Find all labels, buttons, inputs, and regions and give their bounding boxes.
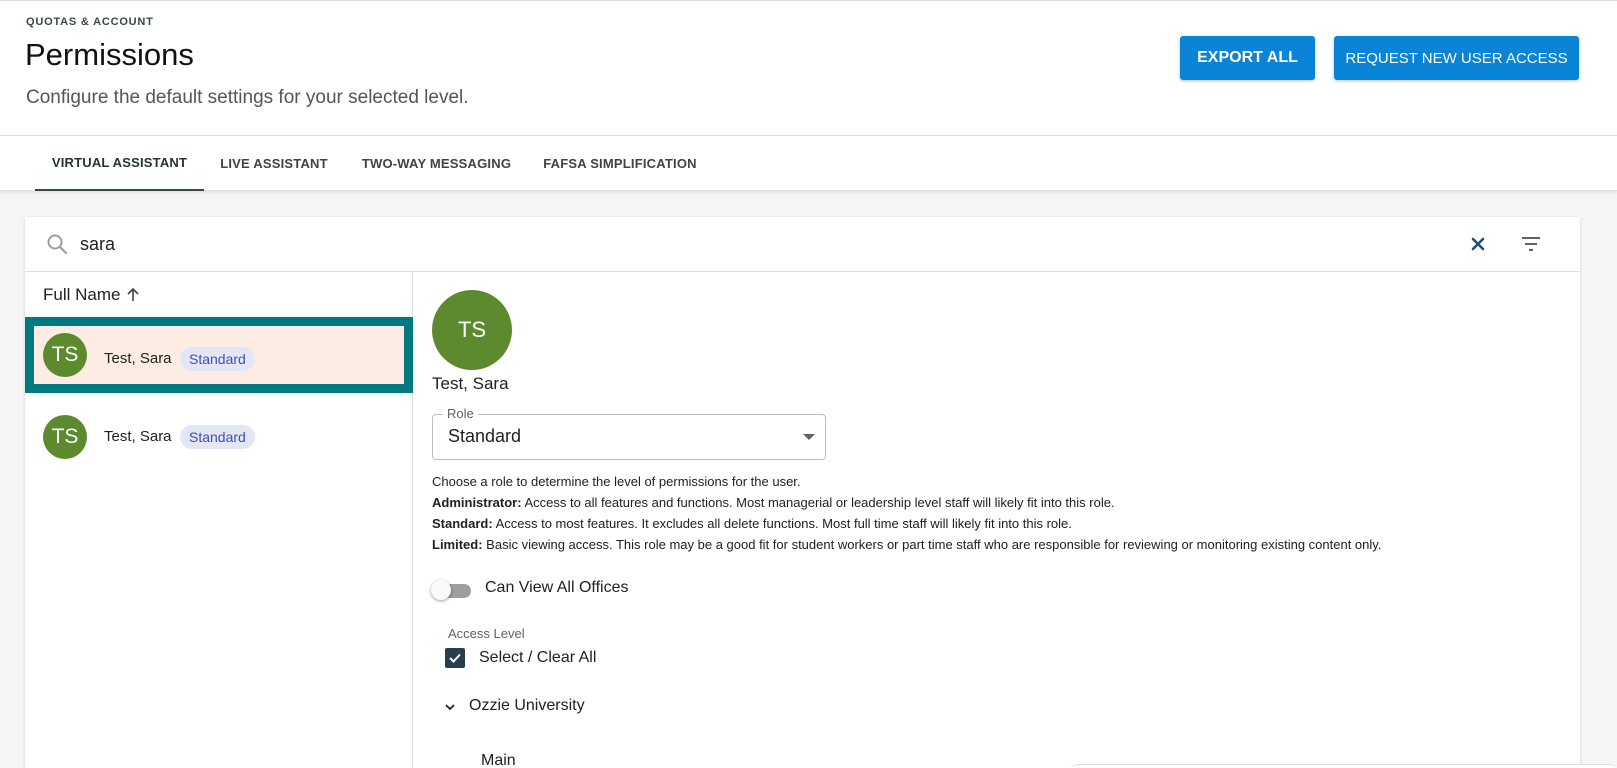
page-subtitle: Configure the default settings for your … — [26, 87, 469, 108]
user-list: Full Name TS Test, Sara Standard TS Test… — [25, 272, 413, 768]
chevron-down-icon[interactable] — [443, 700, 457, 714]
avatar: TS — [43, 333, 87, 377]
tab-two-way-messaging[interactable]: TWO-WAY MESSAGING — [344, 136, 529, 191]
detail-user-name: Test, Sara — [432, 374, 509, 393]
help-text: Basic viewing access. This role may be a… — [482, 537, 1382, 552]
breadcrumb: QUOTAS & ACCOUNT — [26, 16, 154, 28]
close-icon[interactable] — [1468, 234, 1488, 254]
role-label: Role — [443, 406, 478, 421]
help-term: Administrator: — [432, 495, 522, 510]
role-select[interactable]: Role Standard — [432, 406, 826, 460]
role-help-limited: Limited: Basic viewing access. This role… — [432, 537, 1381, 552]
search-input[interactable] — [80, 229, 1380, 259]
checkmark-icon — [449, 653, 461, 663]
tree-node-main[interactable]: Main — [481, 752, 516, 768]
access-level-label: Access Level — [448, 626, 525, 641]
page-header: QUOTAS & ACCOUNT Permissions Configure t… — [0, 0, 1617, 136]
tab-fafsa-simplification[interactable]: FAFSA SIMPLIFICATION — [529, 136, 711, 191]
role-help-intro: Choose a role to determine the level of … — [432, 474, 801, 489]
export-all-button[interactable]: EXPORT ALL — [1180, 36, 1315, 80]
tree-node-ozzie-university[interactable]: Ozzie University — [469, 697, 585, 715]
select-all-checkbox[interactable] — [445, 648, 465, 668]
filter-icon[interactable] — [1519, 232, 1543, 256]
user-name: Test, Sara — [104, 428, 172, 445]
user-name: Test, Sara — [104, 350, 172, 367]
permissions-card: Full Name TS Test, Sara Standard TS Test… — [25, 217, 1580, 768]
select-all-label: Select / Clear All — [479, 649, 597, 666]
sort-header-full-name[interactable]: Full Name — [43, 285, 140, 305]
role-help-standard: Standard: Access to most features. It ex… — [432, 516, 1072, 531]
role-value: Standard — [448, 426, 522, 446]
user-detail-panel: TS Test, Sara Role Standard Choose a rol… — [413, 272, 1580, 768]
search-bar — [25, 217, 1580, 272]
tab-virtual-assistant[interactable]: VIRTUAL ASSISTANT — [35, 136, 204, 191]
tab-live-assistant[interactable]: LIVE ASSISTANT — [204, 136, 344, 191]
toggle-thumb — [431, 580, 451, 600]
arrow-up-icon — [127, 287, 140, 301]
search-icon — [47, 234, 68, 255]
help-text: Access to all features and functions. Mo… — [521, 495, 1115, 510]
toggle-label: Can View All Offices — [485, 579, 629, 596]
floating-panel-edge — [1070, 764, 1617, 768]
help-term: Standard: — [432, 516, 493, 531]
help-term: Limited: — [432, 537, 483, 552]
column-header-label: Full Name — [43, 285, 121, 304]
list-item[interactable]: TS Test, Sara Standard — [25, 399, 413, 475]
role-badge: Standard — [180, 347, 255, 371]
list-item[interactable]: TS Test, Sara Standard — [25, 317, 413, 393]
role-help-administrator: Administrator: Access to all features an… — [432, 495, 1115, 510]
avatar: TS — [432, 290, 512, 370]
help-text: Access to most features. It excludes all… — [492, 516, 1072, 531]
page-title: Permissions — [25, 37, 194, 72]
request-new-user-access-button[interactable]: REQUEST NEW USER ACCESS — [1334, 36, 1579, 80]
caret-down-icon — [803, 434, 815, 440]
tab-bar: VIRTUAL ASSISTANT LIVE ASSISTANT TWO-WAY… — [0, 136, 1617, 191]
role-badge: Standard — [180, 425, 255, 449]
view-all-offices-toggle[interactable] — [431, 579, 471, 601]
avatar: TS — [43, 415, 87, 459]
